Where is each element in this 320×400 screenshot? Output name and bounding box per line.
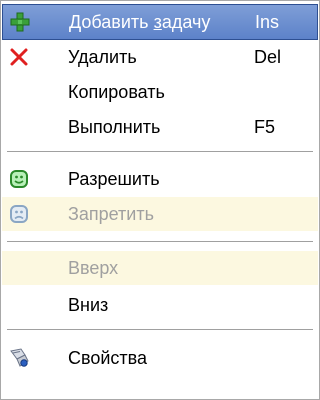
menu-separator <box>7 241 313 243</box>
menu-item-label: Запретить <box>68 204 154 224</box>
menu-item-shortcut: Ins <box>255 12 280 32</box>
menu-item-label: Удалить <box>68 47 137 67</box>
menu-item-label: Выполнить <box>68 117 161 137</box>
menu-item-delete[interactable]: Удалить Del <box>2 40 318 74</box>
menu-separator <box>7 151 313 153</box>
menu-item-deny: Запретить <box>2 197 318 231</box>
properties-icon <box>8 347 30 369</box>
menu-item-allow[interactable]: Разрешить <box>2 162 318 196</box>
context-menu: Добавить задачу Ins Удалить Del Копирова… <box>0 0 320 400</box>
menu-item-down[interactable]: Вниз <box>2 288 318 322</box>
menu-item-add-task[interactable]: Добавить задачу Ins <box>2 4 318 40</box>
menu-item-shortcut: F5 <box>254 117 276 137</box>
plus-icon <box>9 11 31 33</box>
red-x-icon <box>8 46 30 68</box>
menu-item-label: Свойства <box>68 348 148 368</box>
menu-item-copy[interactable]: Копировать <box>2 75 318 109</box>
menu-item-label: Вверх <box>68 258 119 278</box>
menu-item-label: Вниз <box>68 295 109 315</box>
menu-item-label: Разрешить <box>68 169 160 189</box>
menu-item-shortcut: Del <box>254 47 282 67</box>
menu-item-run[interactable]: Выполнить F5 <box>2 110 318 144</box>
frown-icon <box>8 203 30 225</box>
menu-item-properties[interactable]: Свойства <box>2 341 318 375</box>
menu-item-up: Вверх <box>2 251 318 285</box>
menu-separator <box>7 329 313 331</box>
smile-icon <box>8 168 30 190</box>
menu-item-label: Добавить задачу <box>69 12 211 32</box>
menu-item-label: Копировать <box>68 82 165 102</box>
